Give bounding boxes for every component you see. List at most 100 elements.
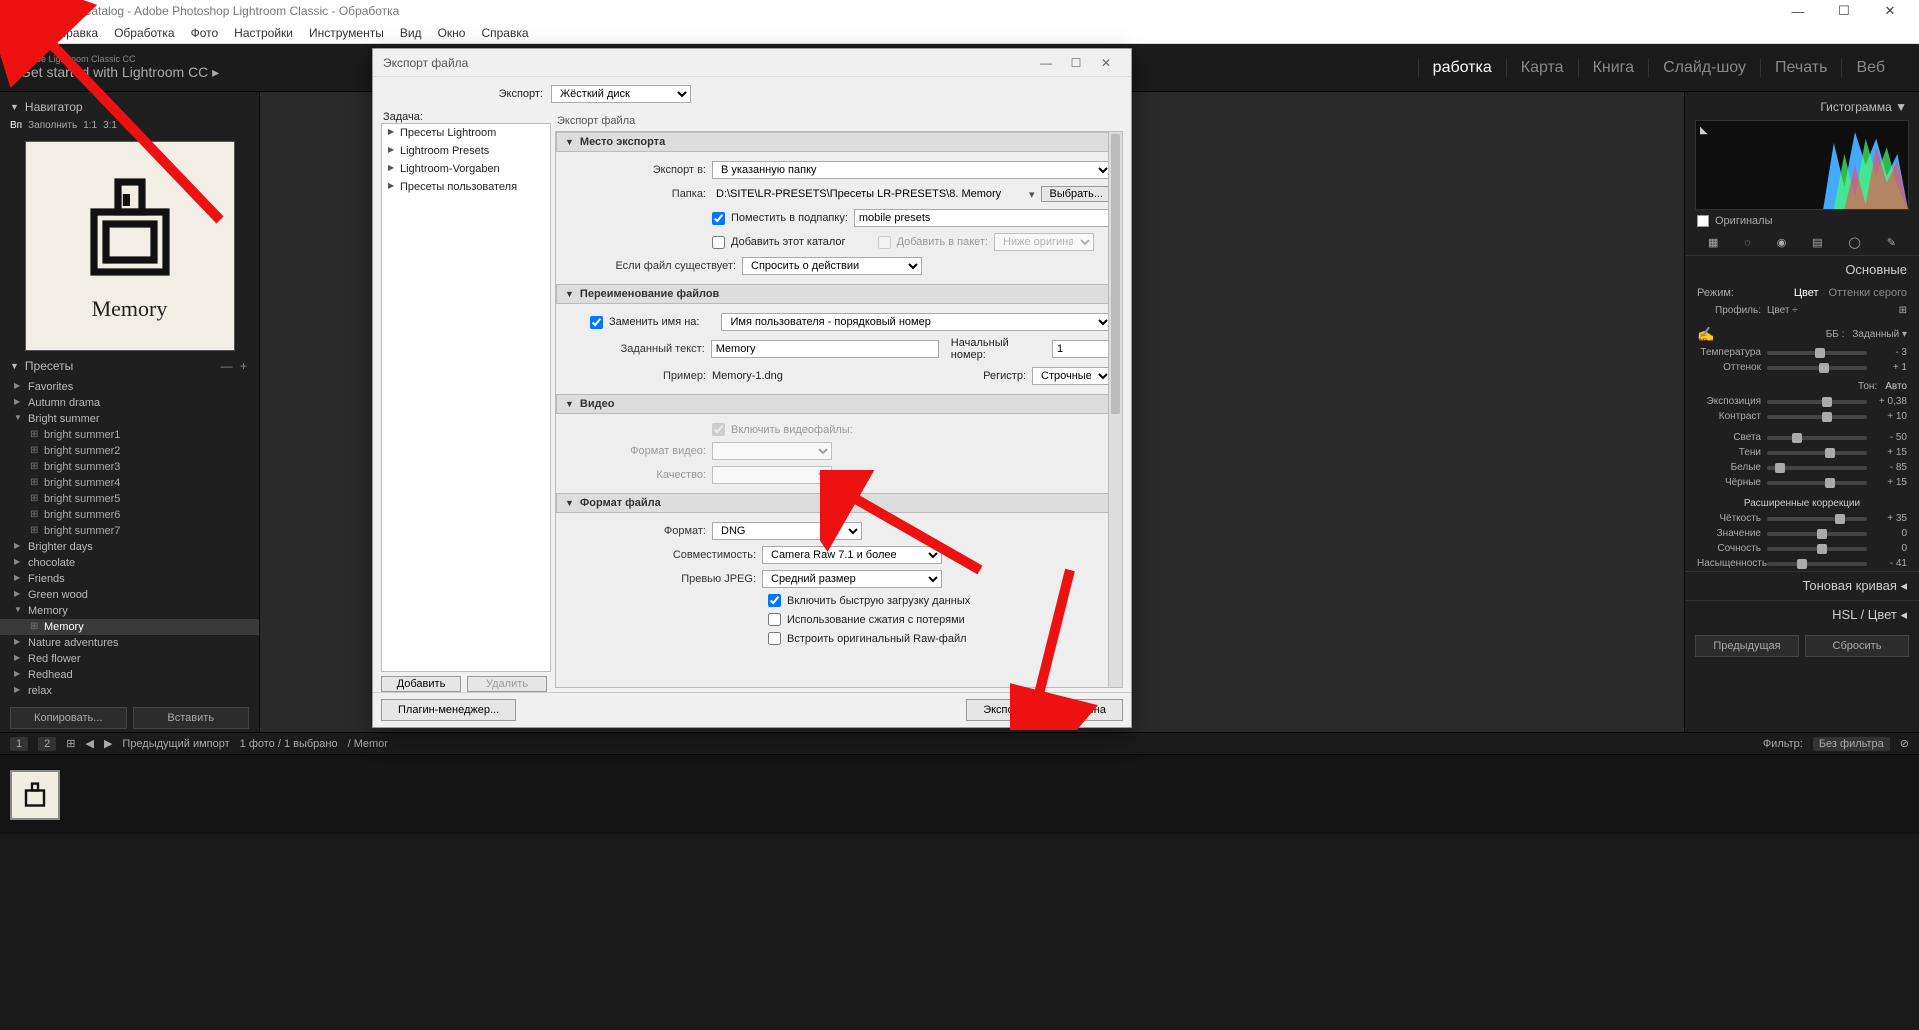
nav-fill[interactable]: Заполнить [28,120,77,131]
file-format-select[interactable]: DNG [712,522,862,540]
start-number-field[interactable] [1052,340,1112,358]
compatibility-select[interactable]: Camera Raw 7.1 и более [762,546,942,564]
rename-template-select[interactable]: Имя пользователя - порядковый номер [721,313,1112,331]
window-maximize-button[interactable]: ☐ [1821,3,1867,19]
preset-folder[interactable]: Favorites [0,379,259,395]
dialog-maximize-button[interactable]: ☐ [1061,56,1091,70]
subfolder-name-field[interactable] [854,209,1112,227]
tone-curve-header[interactable]: Тоновая кривая ◂ [1685,571,1919,600]
previous-button[interactable]: Предыдущая [1695,635,1799,657]
dialog-minimize-button[interactable]: — [1031,56,1061,70]
remove-preset-button[interactable]: Удалить [467,676,547,692]
eyedropper-icon[interactable]: ✍ [1697,326,1714,343]
window-minimize-button[interactable]: — [1775,4,1821,19]
filter-lock-icon[interactable]: ⊘ [1900,737,1909,750]
originals-checkbox[interactable] [1697,215,1709,227]
treatment-color[interactable]: Цвет [1794,287,1819,299]
fast-load-checkbox[interactable] [768,594,781,607]
hsl-header[interactable]: HSL / Цвет ◂ [1685,600,1919,629]
window-close-button[interactable]: ✕ [1867,3,1913,19]
preset-category[interactable]: Lightroom-Vorgaben [382,160,550,178]
menu-develop[interactable]: Обработка [106,26,183,40]
preset-item[interactable]: bright summer1 [0,427,259,443]
nav-1-1[interactable]: 1:1 [83,120,97,131]
slider-track[interactable] [1767,547,1867,551]
menu-view[interactable]: Вид [392,26,430,40]
histogram[interactable]: ◣ [1695,120,1909,210]
folder-path-field[interactable] [712,185,1023,203]
gradient-tool-icon[interactable]: ▤ [1812,236,1822,249]
preset-folder[interactable]: Red flower [0,651,259,667]
reset-button[interactable]: Сбросить [1805,635,1909,657]
export-settings-scroll[interactable]: ▼Место экспорта Экспорт в: В указанную п… [555,131,1123,688]
page-1-badge[interactable]: 1 [10,737,28,751]
nav-3-1[interactable]: 3:1 [103,120,117,131]
choose-folder-button[interactable]: Выбрать... [1041,186,1112,202]
tone-auto-button[interactable]: Авто [1885,381,1907,392]
menu-tools[interactable]: Инструменты [301,26,392,40]
jpeg-preview-select[interactable]: Средний размер [762,570,942,588]
export-destination-select[interactable]: Жёсткий диск [551,85,691,103]
slider-track[interactable] [1767,562,1867,566]
module-web[interactable]: Веб [1841,59,1899,77]
preset-item[interactable]: Memory [0,619,259,635]
module-book[interactable]: Книга [1578,59,1648,77]
filmstrip-thumbnail[interactable] [10,770,60,820]
preset-category[interactable]: Пресеты Lightroom [382,124,550,142]
preset-folder[interactable]: Green wood [0,587,259,603]
preset-folder[interactable]: Friends [0,571,259,587]
paste-button[interactable]: Вставить [133,707,250,729]
presets-header[interactable]: ▼ Пресеты — + [0,355,259,377]
export-to-select[interactable]: В указанную папку [712,161,1112,179]
get-started-link[interactable]: Get started with Lightroom CC ▸ [20,64,219,81]
rename-checkbox[interactable] [590,316,603,329]
preset-folder[interactable]: Brighter days [0,539,259,555]
case-select[interactable]: Строчные [1032,367,1112,385]
preset-item[interactable]: bright summer7 [0,523,259,539]
grid-icon[interactable]: ⊞ [66,737,75,750]
slider-track[interactable] [1767,415,1867,419]
profile-value[interactable]: Цвет ÷ [1767,305,1899,316]
slider-track[interactable] [1767,466,1867,470]
wb-value[interactable]: Заданный ▾ [1852,329,1907,340]
presets-add-icon[interactable]: — + [221,359,249,373]
dialog-scrollbar[interactable] [1108,132,1122,687]
if-exists-select[interactable]: Спросить о действии [742,257,922,275]
slider-track[interactable] [1767,532,1867,536]
slider-track[interactable] [1767,366,1867,370]
add-catalog-checkbox[interactable] [712,236,725,249]
preset-folder[interactable]: Bright summer [0,411,259,427]
prev-import-label[interactable]: Предыдущий импорт [122,738,229,750]
profile-browser-icon[interactable]: ⊞ [1899,305,1907,316]
filter-value[interactable]: Без фильтра [1813,737,1890,751]
menu-file[interactable]: Файл [4,26,50,40]
add-preset-button[interactable]: Добавить [381,676,461,692]
navigator-header[interactable]: ▼ Навигатор [0,96,259,118]
preset-item[interactable]: bright summer4 [0,475,259,491]
export-button[interactable]: Экспорт [966,699,1041,721]
brush-tool-icon[interactable]: ✎ [1887,236,1896,249]
module-print[interactable]: Печать [1760,59,1841,77]
menu-settings[interactable]: Настройки [226,26,301,40]
menu-help[interactable]: Справка [473,26,536,40]
treatment-bw[interactable]: Оттенки серого [1829,287,1907,299]
slider-track[interactable] [1767,451,1867,455]
section-location-header[interactable]: ▼Место экспорта [556,132,1122,152]
basic-header[interactable]: Основные [1685,255,1919,283]
dialog-close-button[interactable]: ✕ [1091,56,1121,70]
module-develop[interactable]: работка [1418,59,1506,77]
preset-folder[interactable]: relax [0,683,259,699]
preset-item[interactable]: bright summer3 [0,459,259,475]
preset-folder[interactable]: Autumn drama [0,395,259,411]
module-map[interactable]: Карта [1506,59,1578,77]
next-arrow-icon[interactable]: ▶ [104,737,112,750]
preset-category[interactable]: Lightroom Presets [382,142,550,160]
prev-arrow-icon[interactable]: ◀ [85,737,93,750]
slider-track[interactable] [1767,400,1867,404]
copy-button[interactable]: Копировать... [10,707,127,729]
preset-item[interactable]: bright summer2 [0,443,259,459]
crop-tool-icon[interactable]: ▦ [1708,236,1718,249]
subfolder-checkbox[interactable] [712,212,725,225]
radial-tool-icon[interactable]: ◯ [1849,236,1861,249]
slider-track[interactable] [1767,481,1867,485]
